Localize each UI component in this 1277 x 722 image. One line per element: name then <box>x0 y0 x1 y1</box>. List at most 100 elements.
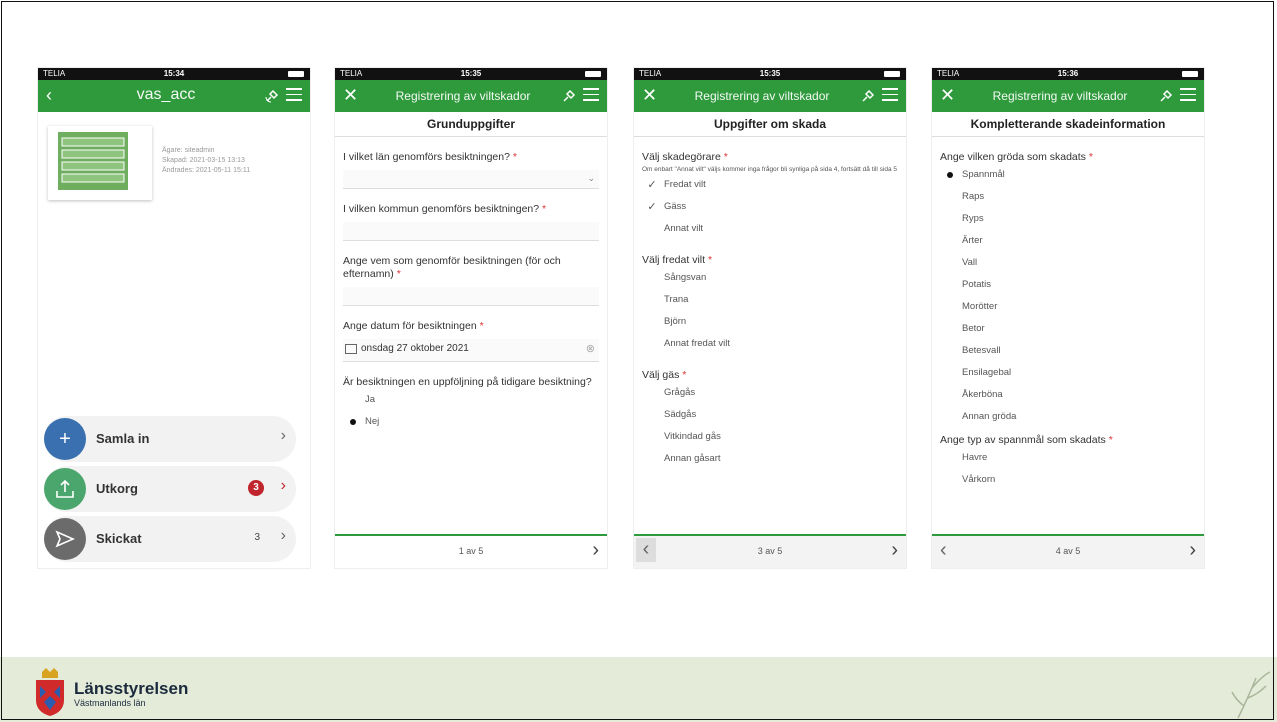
question-text: Är besiktningen en uppföljning på tidiga… <box>343 376 592 388</box>
county-select[interactable]: ⌄ <box>343 170 599 189</box>
clear-icon[interactable]: ⊗ <box>586 342 595 355</box>
option-label: Vitkindad gås <box>664 431 721 442</box>
page-heading: Grunduppgifter <box>335 112 607 137</box>
inspector-name-input[interactable] <box>343 287 599 306</box>
battery-icon <box>1182 71 1198 77</box>
page-indicator: 4 av 5 <box>1055 546 1081 556</box>
option-label: Trana <box>664 294 689 305</box>
battery-icon <box>288 71 304 77</box>
question-text: Välj gäs <box>642 369 680 381</box>
radio-option[interactable]: Ärter <box>940 230 1196 252</box>
radio-option[interactable]: Havre <box>940 447 1196 469</box>
slide-footer <box>0 657 1277 722</box>
chevron-right-icon: › <box>280 427 286 444</box>
clock: 15:35 <box>460 69 482 78</box>
radio-option[interactable]: Ensilagebal <box>940 362 1196 384</box>
app-bar: ✕ Registrering av viltskador <box>335 80 607 112</box>
option-label: Betesvall <box>962 345 1001 356</box>
outbox-count-badge: 3 <box>248 480 264 496</box>
option-label: Grågås <box>664 387 696 398</box>
question-county: I vilket län genomförs besiktningen? * <box>343 151 599 164</box>
radio-option-ja[interactable]: Ja <box>343 389 599 411</box>
required-mark: * <box>396 268 401 280</box>
close-icon[interactable]: ✕ <box>940 85 955 105</box>
outbox-button[interactable]: Utkorg 3 › <box>44 466 296 512</box>
owner-text: Ägare: siteadmin <box>162 147 215 154</box>
option-label: Annat fredat vilt <box>664 338 731 349</box>
radio-option[interactable]: Betor <box>940 318 1196 340</box>
app-title: vas_acc <box>136 86 196 103</box>
required-mark: * <box>723 151 728 163</box>
project-thumbnail[interactable] <box>48 126 152 200</box>
sent-label: Skickat <box>96 531 142 546</box>
menu-icon[interactable] <box>1180 88 1196 102</box>
menu-icon[interactable] <box>583 88 599 102</box>
checkbox-option[interactable]: Sångsvan <box>642 267 898 289</box>
radio-option[interactable]: Raps <box>940 186 1196 208</box>
checkbox-option[interactable]: Grågås <box>642 382 898 404</box>
close-icon[interactable]: ✕ <box>642 85 657 105</box>
back-chevron-icon[interactable]: ‹ <box>46 85 52 105</box>
option-label: Havre <box>962 452 988 463</box>
send-icon <box>44 518 86 560</box>
form-title: Registrering av viltskador <box>992 89 1128 103</box>
option-label: Annat vilt <box>664 223 704 234</box>
radio-option-nej[interactable]: Nej <box>343 411 599 433</box>
satellite-icon[interactable] <box>1158 88 1174 104</box>
option-label: Annan gåsart <box>664 453 721 464</box>
page-nav: ‹ 4 av 5 › <box>932 534 1204 568</box>
radio-option[interactable]: Vårkorn <box>940 469 1196 491</box>
radio-option[interactable]: Åkerböna <box>940 384 1196 406</box>
option-label: Vall <box>962 257 978 268</box>
radio-option[interactable]: Betesvall <box>940 340 1196 362</box>
question-inspector: Ange vem som genomför besiktningen (för … <box>343 255 599 281</box>
close-icon[interactable]: ✕ <box>343 85 358 105</box>
next-page-icon[interactable]: › <box>1189 539 1196 562</box>
checkbox-option[interactable]: Annan gåsart <box>642 448 898 470</box>
page-heading: Kompletterande skadeinformation <box>932 112 1204 137</box>
county-crest-logo <box>36 668 64 716</box>
date-input[interactable]: onsdag 27 oktober 2021 ⊗ <box>343 339 599 362</box>
plant-decoration-icon <box>1231 671 1271 719</box>
radio-option[interactable]: Morötter <box>940 296 1196 318</box>
question-text: I vilket län genomförs besiktningen? <box>343 151 510 163</box>
collect-button[interactable]: + Samla in › <box>44 416 296 462</box>
clock: 15:36 <box>1057 69 1079 78</box>
question-municipality: I vilken kommun genomförs besiktningen? … <box>343 203 599 216</box>
checkbox-option[interactable]: Annat vilt <box>642 218 898 240</box>
menu-icon[interactable] <box>286 88 302 102</box>
radio-option[interactable]: Annan gröda <box>940 406 1196 428</box>
checkbox-option[interactable]: Sädgås <box>642 404 898 426</box>
phone-screen-basic-info: TELIA 15:35 ✕ Registrering av viltskador… <box>335 68 607 568</box>
checkbox-option[interactable]: Björn <box>642 311 898 333</box>
checkbox-option[interactable]: ✓ Gäss <box>642 196 898 218</box>
municipality-input[interactable] <box>343 222 599 241</box>
phone-screen-home: TELIA 15:34 ‹ vas_acc Ägare: siteadmin S… <box>38 68 310 568</box>
checkbox-option[interactable]: Vitkindad gås <box>642 426 898 448</box>
radio-option[interactable]: Spannmål <box>940 164 1196 186</box>
radio-option[interactable]: Ryps <box>940 208 1196 230</box>
checkbox-option[interactable]: Annat fredat vilt <box>642 333 898 355</box>
option-label: Fredat vilt <box>664 179 706 190</box>
question-crop: Ange vilken gröda som skadats * <box>940 151 1196 164</box>
menu-icon[interactable] <box>882 88 898 102</box>
app-bar: ‹ vas_acc <box>38 80 310 112</box>
sent-button[interactable]: Skickat 3 › <box>44 516 296 562</box>
satellite-icon[interactable] <box>264 88 280 104</box>
checkbox-option[interactable]: Trana <box>642 289 898 311</box>
radio-option[interactable]: Vall <box>940 252 1196 274</box>
satellite-icon[interactable] <box>561 88 577 104</box>
next-page-icon[interactable]: › <box>891 539 898 562</box>
home-actions: + Samla in › Utkorg 3 › Skickat 3 › <box>38 416 310 566</box>
brand: Länsstyrelsen Västmanlands län <box>74 680 188 709</box>
brand-name: Länsstyrelsen <box>74 679 189 698</box>
checkbox-option[interactable]: ✓ Fredat vilt <box>642 174 898 196</box>
satellite-icon[interactable] <box>860 88 876 104</box>
next-page-icon[interactable]: › <box>592 539 599 562</box>
question-text: Ange datum för besiktningen <box>343 320 477 332</box>
outbox-label: Utkorg <box>96 481 138 496</box>
page-nav: 1 av 5 › <box>335 534 607 568</box>
battery-icon <box>585 71 601 77</box>
status-bar: TELIA 15:34 <box>38 68 310 80</box>
radio-option[interactable]: Potatis <box>940 274 1196 296</box>
